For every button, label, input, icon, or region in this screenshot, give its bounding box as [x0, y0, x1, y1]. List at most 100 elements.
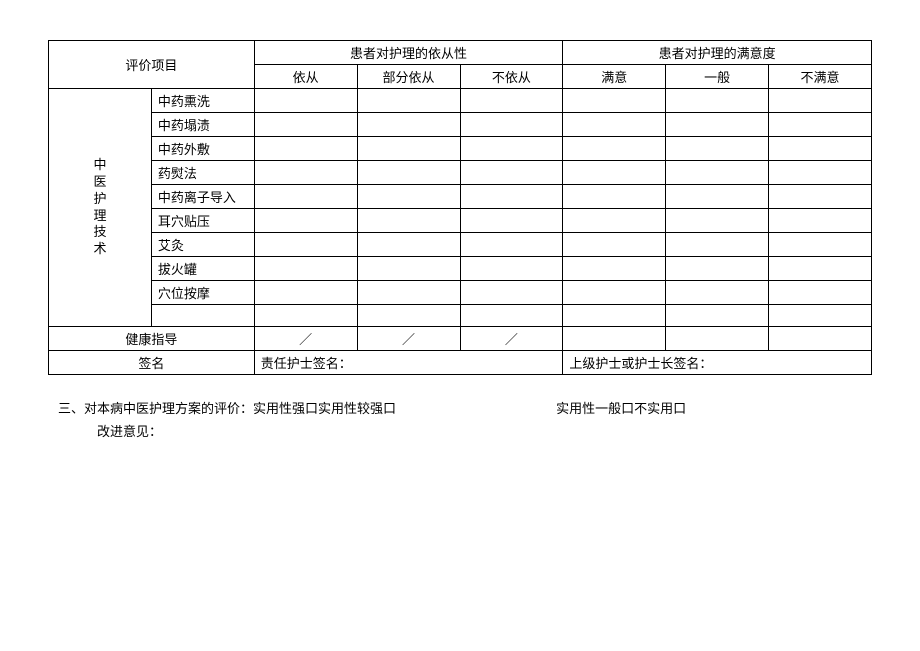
cell [666, 327, 769, 351]
cell [254, 233, 357, 257]
signature-row: 签名 责任护士签名： 上级护士或护士长签名： [49, 351, 872, 375]
cell [254, 281, 357, 305]
technique-name: 药熨法 [151, 161, 254, 185]
cell [666, 305, 769, 327]
cell [666, 233, 769, 257]
eval-option-1: 实用性强口 [253, 397, 318, 420]
cell [769, 185, 872, 209]
section-number: 三、 [58, 397, 84, 420]
cell [254, 305, 357, 327]
technique-name: 中药熏洗 [151, 89, 254, 113]
col-compliance-2: 部分依从 [357, 65, 460, 89]
col-compliance-3: 不依从 [460, 65, 563, 89]
cell [460, 209, 563, 233]
cell [357, 233, 460, 257]
technique-name: 中药外敷 [151, 137, 254, 161]
cell [563, 233, 666, 257]
cell [769, 161, 872, 185]
col-satisfaction-3: 不满意 [769, 65, 872, 89]
cell [254, 209, 357, 233]
cell [563, 281, 666, 305]
footer-notes: 三、 对本病中医护理方案的评价： 实用性强口 实用性较强口 实用性一般口 不实用… [48, 397, 872, 444]
col-satisfaction-2: 一般 [666, 65, 769, 89]
health-guidance-label: 健康指导 [49, 327, 255, 351]
cell [460, 113, 563, 137]
cell [357, 209, 460, 233]
cell [357, 113, 460, 137]
cell [666, 257, 769, 281]
cell [357, 257, 460, 281]
technique-name: 中药塌渍 [151, 113, 254, 137]
technique-name: 穴位按摩 [151, 281, 254, 305]
cell [357, 137, 460, 161]
cell [357, 161, 460, 185]
cell [563, 257, 666, 281]
table-row: 中药离子导入 [49, 185, 872, 209]
cell [460, 257, 563, 281]
cell [460, 305, 563, 327]
technique-name: 中药离子导入 [151, 185, 254, 209]
improve-label: 改进意见： [97, 420, 872, 443]
cell [769, 327, 872, 351]
col-eval-item: 评价项目 [49, 41, 255, 89]
cell [357, 89, 460, 113]
eval-option-4: 不实用口 [634, 397, 686, 420]
cell [666, 281, 769, 305]
cell [460, 233, 563, 257]
cell [460, 281, 563, 305]
cell [254, 113, 357, 137]
cell [460, 137, 563, 161]
cell [254, 185, 357, 209]
table-row: 药熨法 [49, 161, 872, 185]
cell [254, 89, 357, 113]
signature-label: 签名 [49, 351, 255, 375]
cell [460, 185, 563, 209]
cell [666, 113, 769, 137]
cell [357, 185, 460, 209]
technique-name [151, 305, 254, 327]
table-row: 穴位按摩 [49, 281, 872, 305]
health-guidance-row: 健康指导 ／ ／ ／ [49, 327, 872, 351]
cell [563, 161, 666, 185]
cell [769, 113, 872, 137]
col-group-satisfaction: 患者对护理的满意度 [563, 41, 872, 65]
cell [666, 161, 769, 185]
table-row: 耳穴贴压 [49, 209, 872, 233]
table-row: 拔火罐 [49, 257, 872, 281]
cell [357, 305, 460, 327]
cell [769, 305, 872, 327]
cell [666, 185, 769, 209]
cell [254, 161, 357, 185]
cell [563, 305, 666, 327]
eval-prefix: 对本病中医护理方案的评价： [84, 397, 253, 420]
cell [769, 233, 872, 257]
table-row [49, 305, 872, 327]
table-row: 中医护理技术 中药熏洗 [49, 89, 872, 113]
cell [254, 257, 357, 281]
cell [563, 185, 666, 209]
responsible-nurse-sign: 责任护士签名： [254, 351, 563, 375]
table-row: 艾灸 [49, 233, 872, 257]
cell [254, 137, 357, 161]
cell: ／ [460, 327, 563, 351]
cell [666, 209, 769, 233]
cell [460, 161, 563, 185]
technique-name: 艾灸 [151, 233, 254, 257]
table-row: 中药外敷 [49, 137, 872, 161]
cell [357, 281, 460, 305]
col-satisfaction-1: 满意 [563, 65, 666, 89]
technique-name: 拔火罐 [151, 257, 254, 281]
eval-option-2: 实用性较强口 [318, 397, 396, 420]
table-row: 中药塌渍 [49, 113, 872, 137]
eval-option-3: 实用性一般口 [556, 397, 634, 420]
technique-name: 耳穴贴压 [151, 209, 254, 233]
cell [769, 137, 872, 161]
cell [666, 89, 769, 113]
cell [769, 89, 872, 113]
col-compliance-1: 依从 [254, 65, 357, 89]
category-text: 中医护理技术 [93, 157, 106, 258]
cell [666, 137, 769, 161]
cell [563, 113, 666, 137]
cell [563, 327, 666, 351]
cell [563, 89, 666, 113]
